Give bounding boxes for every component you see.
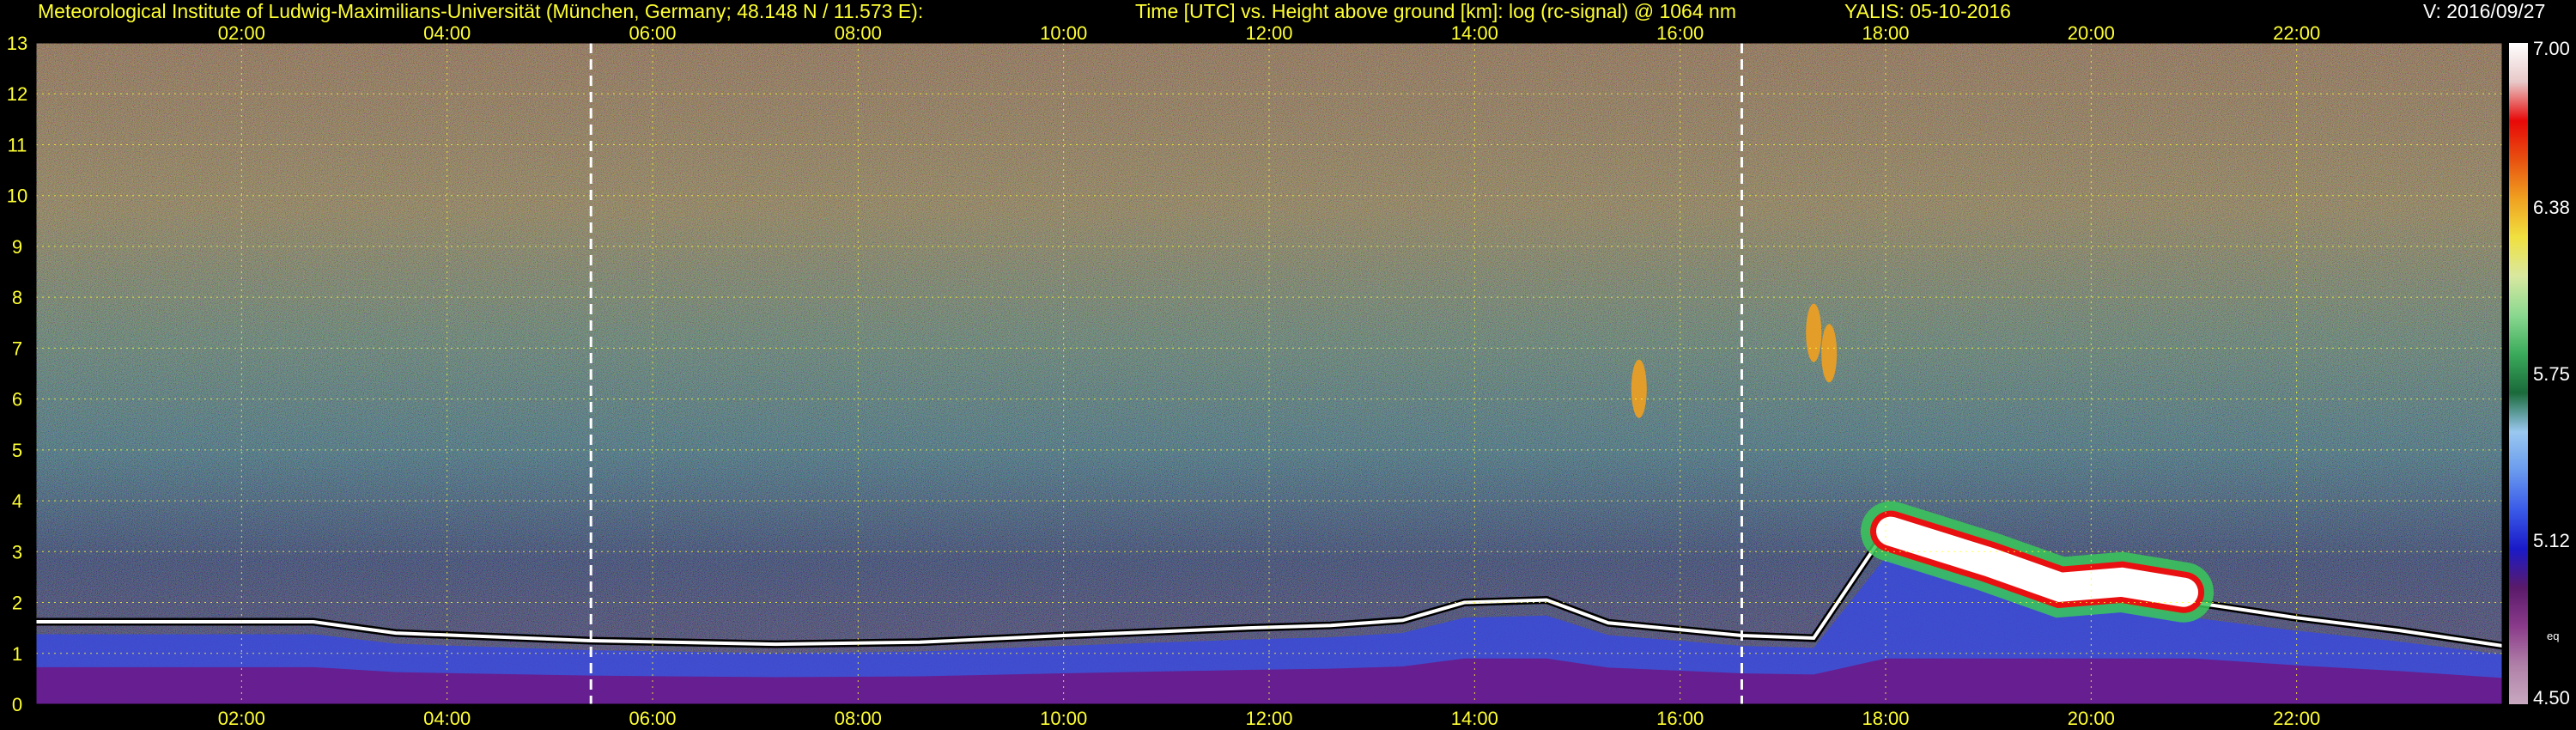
- y-tick-label: 4: [12, 490, 22, 512]
- x-tick-label-bottom: 18:00: [1862, 708, 1909, 729]
- x-tick-label-bottom: 22:00: [2273, 708, 2320, 729]
- y-tick-label: 1: [12, 643, 22, 665]
- y-tick-label: 12: [7, 83, 27, 105]
- x-tick-label-top: 18:00: [1862, 22, 1909, 44]
- x-tick-label-top: 06:00: [629, 22, 676, 44]
- y-tick-label: 8: [12, 287, 22, 308]
- x-tick-label-bottom: 20:00: [2068, 708, 2115, 729]
- x-tick-label-top: 04:00: [423, 22, 471, 44]
- y-tick-label: 7: [12, 338, 22, 359]
- cirrus-patch: [1631, 359, 1647, 418]
- y-tick-label: 9: [12, 236, 22, 258]
- x-tick-label-top: 14:00: [1451, 22, 1498, 44]
- x-tick-label-bottom: 16:00: [1656, 708, 1704, 729]
- x-tick-label-top: 20:00: [2068, 22, 2115, 44]
- y-tick-label: 2: [12, 593, 22, 614]
- colorbar-tick-label: 5.12: [2533, 530, 2570, 551]
- y-tick-label: 0: [12, 694, 22, 715]
- cirrus-patch: [1806, 303, 1822, 362]
- x-tick-label-top: 12:00: [1245, 22, 1292, 44]
- colorbar-tick-label: 6.38: [2533, 197, 2570, 218]
- colorbar-note: eq: [2547, 630, 2559, 642]
- y-tick-label: 6: [12, 389, 22, 411]
- y-tick-label: 11: [8, 134, 27, 155]
- x-tick-label-bottom: 08:00: [835, 708, 882, 729]
- cirrus-patch: [1821, 324, 1838, 383]
- x-tick-label-bottom: 12:00: [1245, 708, 1292, 729]
- colorbar-tick-label: 4.50: [2533, 687, 2570, 709]
- x-tick-label-bottom: 10:00: [1040, 708, 1087, 729]
- x-tick-label-bottom: 02:00: [218, 708, 265, 729]
- x-tick-label-bottom: 04:00: [423, 708, 471, 729]
- lidar-chart: 02:00 04:00 06:00 08:00 10:00 12:00 14:00 16:00…: [7, 22, 2570, 729]
- y-tick-label: 3: [12, 541, 22, 563]
- y-tick-label: 5: [12, 440, 22, 461]
- y-tick-label: 13: [7, 33, 27, 54]
- x-tick-label-top: 02:00: [218, 22, 265, 44]
- x-tick-label-bottom: 14:00: [1451, 708, 1498, 729]
- colorbar-tick-label: 5.75: [2533, 363, 2570, 385]
- x-tick-label-top: 08:00: [835, 22, 882, 44]
- colorbar: [2509, 43, 2528, 704]
- y-tick-label: 10: [7, 186, 27, 207]
- x-tick-label-top: 16:00: [1656, 22, 1704, 44]
- x-tick-label-top: 22:00: [2273, 22, 2320, 44]
- x-tick-label-top: 10:00: [1040, 22, 1087, 44]
- colorbar-tick-label: 7.00: [2533, 38, 2570, 59]
- x-tick-label-bottom: 06:00: [629, 708, 676, 729]
